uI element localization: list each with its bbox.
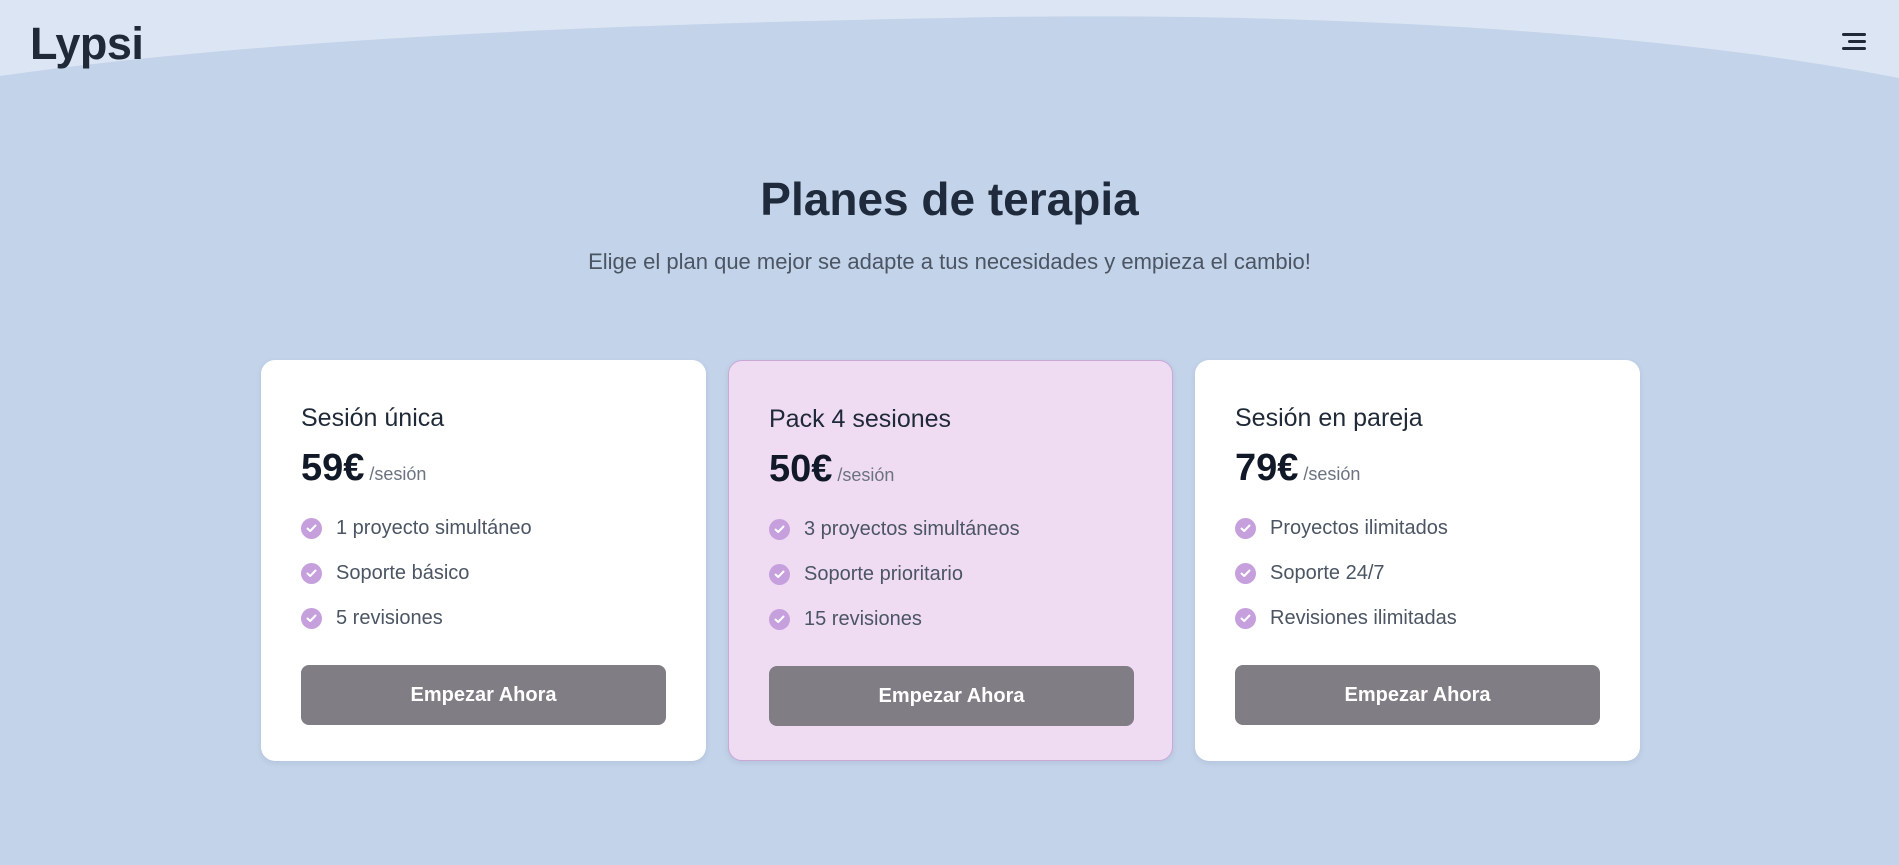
plan-name: Sesión en pareja <box>1235 404 1423 432</box>
price-row: 59€ /sesión <box>301 447 666 490</box>
start-now-button[interactable]: Empezar Ahora <box>1235 665 1600 725</box>
plan-card-couple: Sesión en pareja 79€ /sesión Proyectos i… <box>1195 360 1640 761</box>
feature-item: 5 revisiones <box>301 596 666 641</box>
price-row: 79€ /sesión <box>1235 447 1600 490</box>
feature-label: 5 revisiones <box>336 607 443 629</box>
plan-card-single: Sesión única 59€ /sesión 1 proyecto simu… <box>261 360 706 761</box>
plan-price: 79€ <box>1235 447 1299 489</box>
check-circle-icon <box>769 564 790 585</box>
check-circle-icon <box>769 609 790 630</box>
feature-item: Soporte básico <box>301 551 666 596</box>
price-unit: /sesión <box>837 465 895 485</box>
hamburger-menu-icon[interactable] <box>1840 30 1866 54</box>
feature-label: Revisiones ilimitadas <box>1270 607 1457 629</box>
check-circle-icon <box>1235 518 1256 539</box>
plan-card-pack: Pack 4 sesiones 50€ /sesión 3 proyectos … <box>728 360 1173 761</box>
plan-name: Pack 4 sesiones <box>769 405 952 433</box>
plan-price: 50€ <box>769 448 833 490</box>
check-circle-icon <box>1235 608 1256 629</box>
feature-item: 1 proyecto simultáneo <box>301 506 666 551</box>
feature-item: Soporte prioritario <box>769 552 1132 597</box>
feature-label: Proyectos ilimitados <box>1270 517 1448 539</box>
feature-label: 15 revisiones <box>804 608 922 630</box>
pricing-page: Lypsi Planes de terapia Elige el plan qu… <box>0 0 1899 865</box>
feature-label: Soporte prioritario <box>804 563 963 585</box>
feature-list: 3 proyectos simultáneos Soporte priorita… <box>769 507 1132 642</box>
page-subtitle: Elige el plan que mejor se adapte a tus … <box>588 249 1311 274</box>
feature-list: 1 proyecto simultáneo Soporte básico 5 r… <box>301 506 666 641</box>
start-now-button[interactable]: Empezar Ahora <box>769 666 1134 726</box>
feature-list: Proyectos ilimitados Soporte 24/7 Revisi… <box>1235 506 1600 641</box>
feature-label: Soporte básico <box>336 562 470 584</box>
check-circle-icon <box>301 563 322 584</box>
feature-label: 1 proyecto simultáneo <box>336 517 532 539</box>
check-circle-icon <box>1235 563 1256 584</box>
logo[interactable]: Lypsi <box>30 18 144 70</box>
feature-label: Soporte 24/7 <box>1270 562 1385 584</box>
feature-item: Soporte 24/7 <box>1235 551 1600 596</box>
check-circle-icon <box>301 608 322 629</box>
start-now-button[interactable]: Empezar Ahora <box>301 665 666 725</box>
price-row: 50€ /sesión <box>769 448 1132 491</box>
feature-item: Proyectos ilimitados <box>1235 506 1600 551</box>
feature-item: 3 proyectos simultáneos <box>769 507 1132 552</box>
feature-item: Revisiones ilimitadas <box>1235 596 1600 641</box>
check-circle-icon <box>769 519 790 540</box>
feature-label: 3 proyectos simultáneos <box>804 518 1020 540</box>
plan-name: Sesión única <box>301 404 445 432</box>
feature-item: 15 revisiones <box>769 597 1132 642</box>
price-unit: /sesión <box>369 464 427 484</box>
pricing-cards: Sesión única 59€ /sesión 1 proyecto simu… <box>261 360 1640 761</box>
check-circle-icon <box>301 518 322 539</box>
header-wave-background <box>0 0 1899 78</box>
page-title: Planes de terapia <box>760 173 1139 225</box>
price-unit: /sesión <box>1303 464 1361 484</box>
plan-price: 59€ <box>301 447 365 489</box>
